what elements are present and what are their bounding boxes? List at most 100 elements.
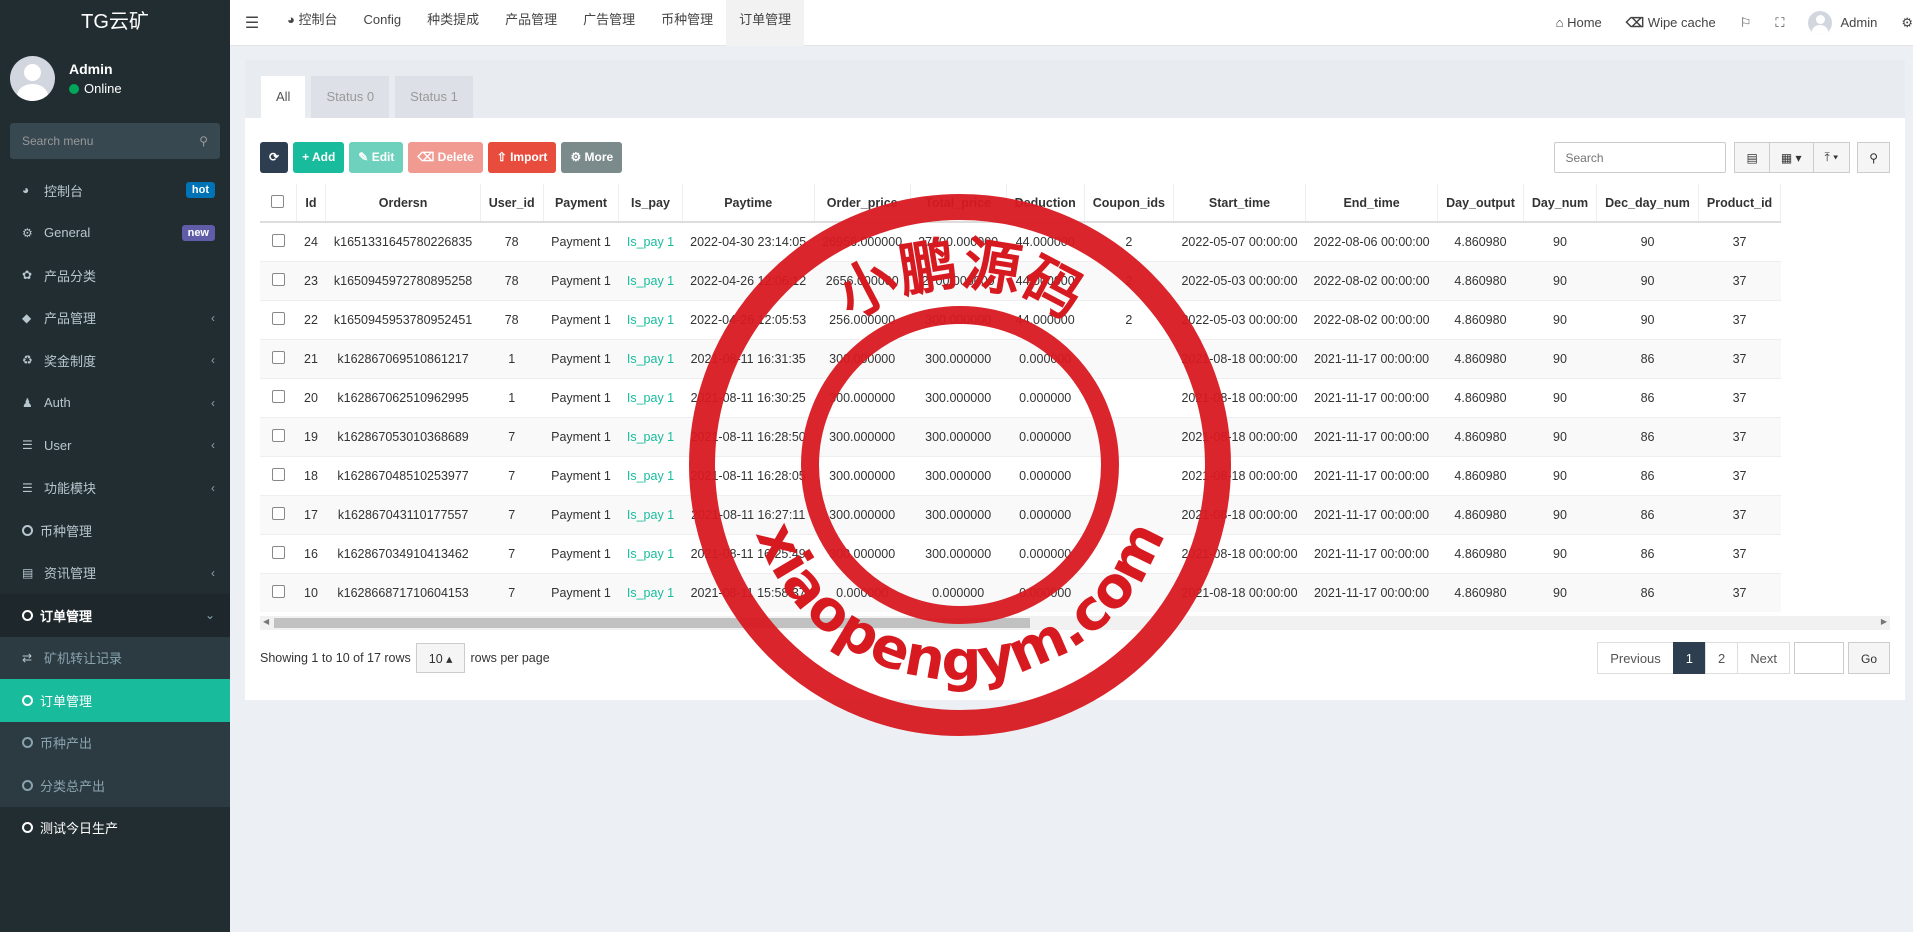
sidebar-item-dashboard[interactable]: ◕ 控制台 hot [0, 169, 230, 212]
home-link[interactable]: ⌂ Home [1544, 15, 1614, 30]
table-row[interactable]: 22 k1650945953780952451 78 Payment 1 Is_pay … [260, 299, 1781, 339]
language-icon[interactable]: ⚐ [1728, 15, 1764, 31]
col-id[interactable]: Id [296, 184, 327, 223]
table-row[interactable]: 19 k162867053010368689 7 Payment 1 Is_pay 12… [260, 416, 1781, 456]
menu-search[interactable]: ⚲ [10, 123, 220, 159]
row-checkbox[interactable] [271, 311, 285, 325]
row-checkbox[interactable] [271, 350, 285, 364]
columns-button[interactable]: ▦ ▾ [1768, 142, 1814, 173]
sidebar-subitem-coin-output[interactable]: 币种产出 [0, 721, 230, 764]
export-button[interactable]: ⤒ ▾ [1812, 142, 1851, 173]
sidebar-subitem-orders[interactable]: 订单管理 [0, 679, 230, 722]
col-total-price[interactable]: Total_price [910, 184, 1007, 223]
sidebar-item-orders[interactable]: 订单管理 ⌄ [0, 594, 230, 637]
refresh-button[interactable]: ⟳ [260, 142, 289, 173]
sidebar-item-user[interactable]: ☰ User ‹ [0, 424, 230, 467]
next-page-button[interactable]: Next [1737, 642, 1790, 674]
toggle-view-button[interactable]: ▤ [1734, 142, 1770, 173]
scrollbar-thumb[interactable] [274, 618, 1030, 628]
sidebar-item-bonus[interactable]: ♻ 奖金制度 ‹ [0, 339, 230, 382]
table-row[interactable]: 10 k162866871710604153 7 Payment 1 Is_pay 12… [260, 572, 1781, 612]
col-day-num[interactable]: Day_num [1523, 184, 1598, 223]
tab-status-1[interactable]: Status 1 [395, 76, 473, 118]
sidebar-item-product[interactable]: ◆ 产品管理 ‹ [0, 297, 230, 340]
table-cell[interactable]: Is_pay 1 [618, 338, 683, 378]
delete-button[interactable]: ⌫ Delete [408, 142, 483, 173]
table-row[interactable]: 17 k162867043110177557 7 Payment 1 Is_pay 12… [260, 494, 1781, 534]
col-end-time[interactable]: End_time [1305, 184, 1439, 223]
table-cell[interactable]: Is_pay 1 [618, 572, 683, 612]
row-checkbox[interactable] [271, 428, 285, 442]
table-cell[interactable]: Is_pay 1 [618, 377, 683, 417]
tab-all[interactable]: All [261, 76, 306, 118]
col-dec-day-num[interactable]: Dec_day_num [1596, 184, 1699, 223]
col-paytime[interactable]: Paytime [682, 184, 815, 223]
advanced-search-button[interactable]: ⚲ [1857, 142, 1890, 173]
page-2-button[interactable]: 2 [1705, 642, 1739, 674]
col-payment[interactable]: Payment [543, 184, 620, 223]
table-cell[interactable]: Is_pay 1 [618, 455, 683, 495]
table-row[interactable]: 16 k162867034910413462 7 Payment 1 Is_pay 12… [260, 533, 1781, 573]
col-ordersn[interactable]: Ordersn [325, 184, 481, 223]
row-checkbox[interactable] [271, 506, 285, 520]
sidebar-subitem-category-output[interactable]: 分类总产出 [0, 764, 230, 807]
tab-dashboard[interactable]: ◕ 控制台 [274, 0, 350, 46]
page-1-button[interactable]: 1 [1672, 642, 1707, 674]
import-button[interactable]: ⇧ Import [487, 142, 557, 173]
jump-page-input[interactable] [1793, 642, 1844, 674]
page-size-select[interactable]: 10 ▴ [415, 643, 466, 673]
sidebar-item-test-production[interactable]: 测试今日生产 [0, 807, 230, 850]
row-checkbox[interactable] [271, 233, 285, 247]
select-all-checkbox[interactable] [271, 194, 285, 208]
col-coupon-ids[interactable]: Coupon_ids [1084, 184, 1174, 223]
settings-gear-icon[interactable]: ⚙ [1889, 15, 1913, 31]
table-cell[interactable]: Is_pay 1 [618, 533, 683, 573]
col-order-price[interactable]: Order_price [814, 184, 911, 223]
row-checkbox[interactable] [271, 389, 285, 403]
admin-menu[interactable]: Admin [1796, 10, 1889, 35]
app-logo[interactable]: TG云矿 [0, 0, 230, 46]
sidebar-item-modules[interactable]: ☰ 功能模块 ‹ [0, 467, 230, 510]
sidebar-item-coin[interactable]: 币种管理 [0, 509, 230, 552]
previous-page-button[interactable]: Previous [1597, 642, 1674, 674]
table-cell[interactable]: Is_pay 1 [618, 494, 683, 534]
row-checkbox[interactable] [271, 467, 285, 481]
table-search-input[interactable] [1554, 142, 1727, 173]
fullscreen-icon[interactable]: ⛶ [1763, 15, 1796, 31]
col-start-time[interactable]: Start_time [1173, 184, 1307, 223]
tab-status-0[interactable]: Status 0 [311, 76, 390, 118]
row-checkbox[interactable] [271, 272, 285, 286]
sidebar-item-news[interactable]: ▤ 资讯管理 ‹ [0, 552, 230, 595]
wipe-cache-button[interactable]: ⌫ Wipe cache [1614, 15, 1728, 31]
sidebar-subitem-transfer[interactable]: ⇄ 矿机转让记录 [0, 636, 230, 679]
tab-coin[interactable]: 币种管理 [648, 0, 726, 46]
table-cell[interactable]: Is_pay 1 [618, 221, 683, 261]
tab-product[interactable]: 产品管理 [492, 0, 570, 46]
col-user-id[interactable]: User_id [480, 184, 544, 223]
table-row[interactable]: 20 k162867062510962995 1 Payment 1 Is_pay 12… [260, 377, 1781, 417]
edit-button[interactable]: ✎ Edit [349, 142, 404, 173]
col-day-output[interactable]: Day_output [1437, 184, 1524, 223]
add-button[interactable]: + Add [293, 142, 345, 173]
table-row[interactable]: 18 k162867048510253977 7 Payment 1 Is_pay 12… [260, 455, 1781, 495]
row-checkbox[interactable] [271, 584, 285, 598]
row-checkbox[interactable] [271, 545, 285, 559]
col-deduction[interactable]: Deduction [1006, 184, 1085, 223]
tab-orders[interactable]: 订单管理 [726, 0, 805, 46]
table-row[interactable]: 21 k162867069510861217 1 Payment 1 Is_pay 12… [260, 338, 1781, 378]
sidebar-item-auth[interactable]: ♟ Auth ‹ [0, 382, 230, 425]
table-cell[interactable]: Is_pay 1 [618, 416, 683, 456]
table-cell[interactable]: Is_pay 1 [618, 299, 683, 339]
table-row[interactable]: 24 k1651331645780226835 78 Payment 1 Is_pay … [260, 221, 1781, 261]
col-product-id[interactable]: Product_id [1698, 184, 1782, 223]
table-cell[interactable]: Is_pay 1 [618, 260, 683, 300]
horizontal-scrollbar[interactable]: ◀ ▶ [260, 616, 1890, 630]
scroll-left-icon[interactable]: ◀ [263, 617, 269, 626]
go-button[interactable]: Go [1847, 642, 1890, 674]
sidebar-item-category[interactable]: ✿ 产品分类 [0, 254, 230, 297]
search-icon[interactable]: ⚲ [199, 134, 208, 148]
scroll-right-icon[interactable]: ▶ [1881, 617, 1887, 626]
table-row[interactable]: 23 k1650945972780895258 78 Payment 1 Is_pay … [260, 260, 1781, 300]
tab-ads[interactable]: 广告管理 [570, 0, 648, 46]
orders-table-wrapper[interactable]: Id Ordersn User_id Payment Is_pay Paytim… [260, 184, 1913, 614]
